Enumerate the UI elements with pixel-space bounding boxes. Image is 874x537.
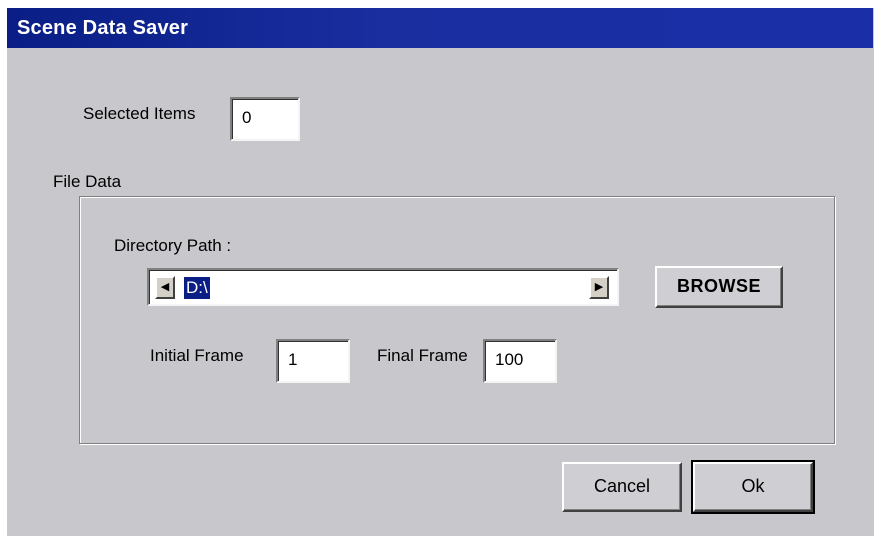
scroll-right-icon[interactable]: ▶: [589, 276, 609, 299]
directory-path-value: D:\: [184, 277, 210, 299]
ok-button[interactable]: Ok: [691, 460, 815, 514]
title-bar: Scene Data Saver: [7, 8, 873, 48]
final-frame-label: Final Frame: [377, 346, 468, 365]
scroll-left-icon[interactable]: ◀: [155, 276, 175, 299]
window-title: Scene Data Saver: [17, 17, 189, 39]
selected-items-field[interactable]: 0: [230, 97, 300, 141]
file-data-group: [79, 196, 835, 444]
initial-frame-field[interactable]: 1: [276, 339, 350, 383]
final-frame-field[interactable]: 100: [483, 339, 557, 383]
cancel-button[interactable]: Cancel: [562, 462, 682, 512]
file-data-group-label: File Data: [53, 172, 122, 191]
browse-button[interactable]: BROWSE: [655, 266, 783, 308]
selected-items-label: Selected Items: [83, 104, 196, 123]
scene-data-saver-dialog: Scene Data Saver Selected Items 0 File D…: [6, 7, 874, 536]
initial-frame-label: Initial Frame: [150, 346, 244, 365]
directory-path-input[interactable]: ◀ D:\ ▶: [147, 268, 619, 306]
directory-path-label: Directory Path :: [114, 236, 232, 255]
